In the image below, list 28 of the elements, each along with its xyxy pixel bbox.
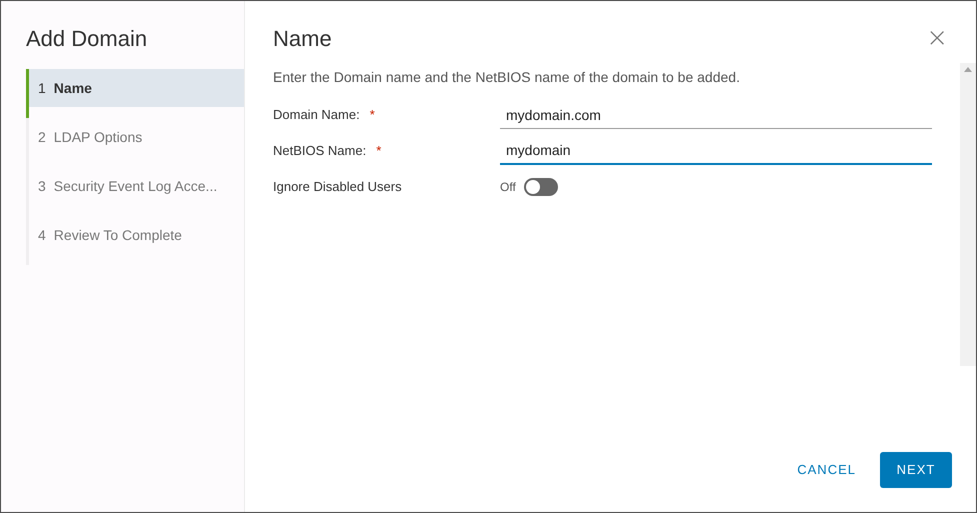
step-label: Name xyxy=(54,78,92,98)
step-label: Security Event Log Acce... xyxy=(54,176,218,196)
step-item[interactable]: 3 Security Event Log Acce... xyxy=(29,167,244,205)
input-field[interactable]: mydomain.com xyxy=(500,101,932,129)
step-number: 4 xyxy=(38,226,46,244)
step-number: 3 xyxy=(38,176,46,196)
field-label: Domain Name: xyxy=(273,106,360,124)
step-item[interactable]: 2 LDAP Options xyxy=(29,118,244,156)
step-item[interactable]: 4 Review To Complete xyxy=(29,216,244,254)
step-number: 2 xyxy=(38,128,46,146)
step-item[interactable]: 1 Name xyxy=(29,69,244,107)
next-button[interactable]: NEXT xyxy=(880,452,952,488)
toggle-switch[interactable] xyxy=(524,178,558,196)
wizard-title: Add Domain xyxy=(26,25,148,53)
description: Enter the Domain name and the NetBIOS name of the domain to be added. xyxy=(273,68,741,87)
cancel-button[interactable]: CANCEL xyxy=(795,452,858,488)
input-field[interactable]: mydomain xyxy=(500,137,932,165)
page-title: Name xyxy=(273,25,332,53)
step-label: LDAP Options xyxy=(54,128,142,147)
step-number: 1 xyxy=(38,78,46,98)
toggle-state: Off xyxy=(500,179,516,196)
field-label: NetBIOS Name: xyxy=(273,142,366,160)
required-mark: * xyxy=(376,142,382,160)
step-label: Review To Complete xyxy=(54,226,182,245)
scroll-up-icon[interactable] xyxy=(964,67,972,72)
field-label: Ignore Disabled Users xyxy=(273,178,402,196)
required-mark: * xyxy=(370,106,375,124)
scrollbar[interactable] xyxy=(960,63,976,366)
